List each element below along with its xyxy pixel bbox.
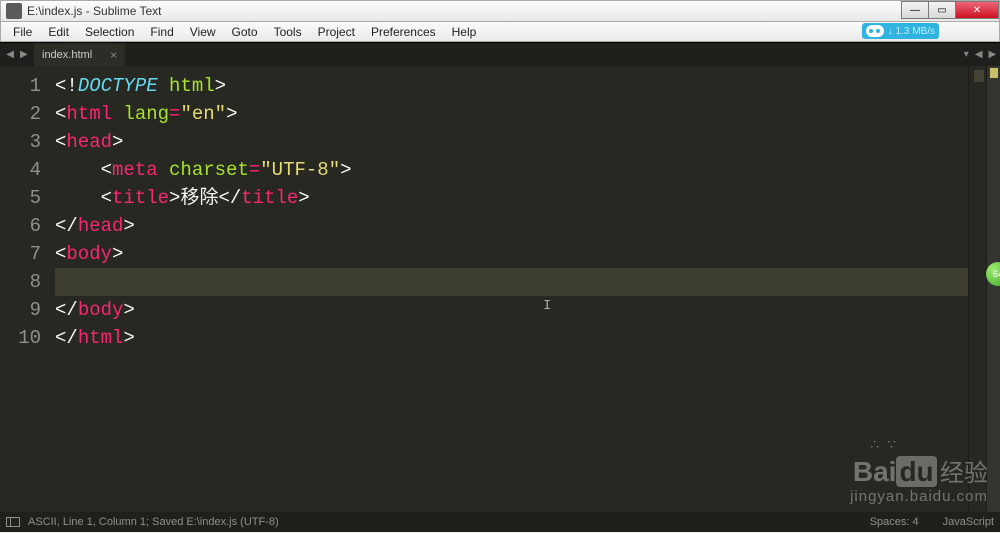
- menu-bar: File Edit Selection Find View Goto Tools…: [0, 22, 1000, 42]
- line-number: 3: [0, 128, 41, 156]
- window-title: E:\index.js - Sublime Text: [27, 4, 999, 18]
- cloud-icon: [866, 25, 884, 37]
- minimize-button[interactable]: —: [901, 1, 929, 19]
- line-number-gutter: 1 2 3 4 5 6 7 8 9 10: [0, 66, 55, 512]
- tab-label: index.html: [42, 49, 92, 61]
- code-line-2: <html lang="en">: [55, 100, 968, 128]
- menu-help[interactable]: Help: [444, 23, 485, 41]
- code-line-3: <head>: [55, 128, 968, 156]
- tab-close-icon[interactable]: ×: [110, 48, 117, 62]
- menu-preferences[interactable]: Preferences: [363, 23, 444, 41]
- minimap[interactable]: [968, 66, 986, 512]
- network-speed-badge: ↓ 1.3 MB/s: [862, 23, 939, 39]
- status-bar: ASCII, Line 1, Column 1; Saved E:\index.…: [0, 512, 1000, 532]
- code-line-9: </body>: [55, 296, 968, 324]
- tab-index-html[interactable]: index.html ×: [34, 43, 125, 66]
- editor: 1 2 3 4 5 6 7 8 9 10 <!DOCTYPE html> <ht…: [0, 66, 1000, 512]
- maximize-button[interactable]: ▭: [928, 1, 956, 19]
- tab-history-nav: ◀ ▶: [0, 43, 34, 66]
- text-cursor-icon: I: [543, 298, 551, 314]
- menu-selection[interactable]: Selection: [77, 23, 142, 41]
- app-icon: [6, 3, 22, 19]
- nav-back-icon[interactable]: ◀: [6, 49, 14, 60]
- code-line-7: <body>: [55, 240, 968, 268]
- line-number: 10: [0, 324, 41, 352]
- close-button[interactable]: ✕: [955, 1, 999, 19]
- line-number: 9: [0, 296, 41, 324]
- nav-forward-icon[interactable]: ▶: [20, 49, 28, 60]
- status-language[interactable]: JavaScript: [943, 516, 994, 528]
- line-number: 1: [0, 72, 41, 100]
- code-area[interactable]: <!DOCTYPE html> <html lang="en"> <head> …: [55, 66, 968, 512]
- minimap-content: [974, 70, 984, 82]
- menu-file[interactable]: File: [5, 23, 40, 41]
- menu-view[interactable]: View: [182, 23, 224, 41]
- scroll-marker: [990, 68, 998, 78]
- menu-edit[interactable]: Edit: [40, 23, 77, 41]
- line-number: 4: [0, 156, 41, 184]
- status-spaces[interactable]: Spaces: 4: [870, 516, 919, 528]
- menu-tools[interactable]: Tools: [266, 23, 310, 41]
- window-title-bar: E:\index.js - Sublime Text — ▭ ✕: [0, 0, 1000, 22]
- tab-row: ◀ ▶ index.html × ▾ ◀ ▶: [0, 42, 1000, 66]
- panel-toggle-icon[interactable]: [6, 517, 20, 527]
- code-line-8: [55, 268, 968, 296]
- code-line-5: <title>移除</title>: [55, 184, 968, 212]
- line-number: 8: [0, 268, 41, 296]
- code-line-4: <meta charset="UTF-8">: [55, 156, 968, 184]
- menu-project[interactable]: Project: [310, 23, 363, 41]
- code-line-1: <!DOCTYPE html>: [55, 72, 968, 100]
- line-number: 5: [0, 184, 41, 212]
- window-controls: — ▭ ✕: [902, 1, 999, 21]
- tab-scroll-right-icon[interactable]: ▶: [989, 49, 997, 60]
- status-info: ASCII, Line 1, Column 1; Saved E:\index.…: [28, 516, 279, 528]
- menu-goto[interactable]: Goto: [224, 23, 266, 41]
- code-line-6: </head>: [55, 212, 968, 240]
- tab-scroll-left-icon[interactable]: ◀: [975, 49, 983, 60]
- scrollbar[interactable]: [986, 66, 1000, 512]
- tab-dropdown-icon[interactable]: ▾: [964, 49, 969, 60]
- line-number: 6: [0, 212, 41, 240]
- menu-find[interactable]: Find: [142, 23, 181, 41]
- network-speed: ↓ 1.3 MB/s: [888, 26, 935, 37]
- line-number: 2: [0, 100, 41, 128]
- tab-scroll-nav: ▾ ◀ ▶: [960, 43, 1000, 66]
- line-number: 7: [0, 240, 41, 268]
- code-line-10: </html>: [55, 324, 968, 352]
